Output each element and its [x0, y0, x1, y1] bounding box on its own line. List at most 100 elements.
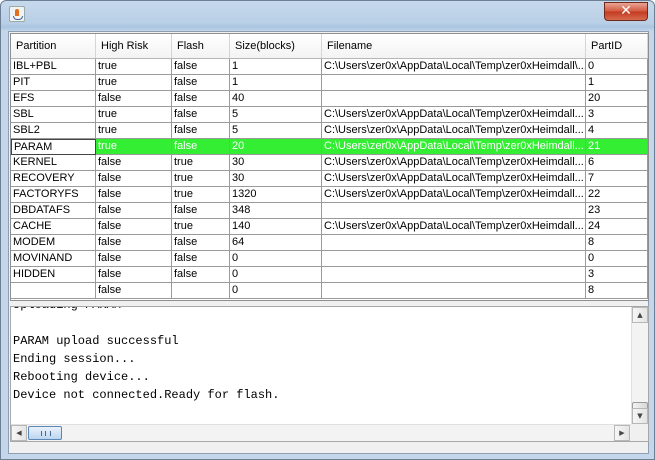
cell-partition[interactable]: MOVINAND [11, 251, 96, 267]
cell-size[interactable]: 0 [230, 283, 322, 299]
cell-size[interactable]: 20 [230, 139, 322, 155]
cell-partition[interactable]: DBDATAFS [11, 203, 96, 219]
cell-flash[interactable]: false [172, 235, 230, 251]
cell-filename[interactable]: C:\Users\zer0x\AppData\Local\Temp\zer0xH… [322, 187, 586, 203]
cell-filename[interactable]: C:\Users\zer0x\AppData\Local\Temp\zer0xH… [322, 123, 586, 139]
table-row[interactable]: CACHE false true 140 C:\Users\zer0x\AppData\… [11, 219, 648, 235]
column-header-filename[interactable]: Filename [322, 34, 586, 58]
table-row[interactable]: false 0 8 [11, 283, 648, 299]
cell-filename[interactable]: C:\Users\zer0x\AppData\Local\Temp\zer0xH… [322, 107, 586, 123]
cell-filename[interactable]: C:\Users\zer0x\AppData\Local\Temp\zer0xH… [322, 155, 586, 171]
cell-filename[interactable] [322, 283, 586, 299]
cell-flash[interactable]: false [172, 59, 230, 75]
cell-partid[interactable]: 0 [586, 251, 648, 267]
cell-filename[interactable]: C:\Users\zer0x\AppData\Local\Temp\zer0xH… [322, 139, 586, 155]
cell-size[interactable]: 0 [230, 251, 322, 267]
cell-flash[interactable]: false [172, 139, 230, 155]
cell-high-risk[interactable]: false [96, 219, 172, 235]
cell-filename[interactable] [322, 251, 586, 267]
cell-partition[interactable]: SBL2 [11, 123, 96, 139]
cell-partition[interactable]: EFS [11, 91, 96, 107]
cell-partition[interactable]: PIT [11, 75, 96, 91]
cell-partition[interactable]: FACTORYFS [11, 187, 96, 203]
scroll-left-icon[interactable]: ◀ [11, 425, 27, 441]
cell-filename[interactable]: C:\Users\zer0x\AppData\Local\Temp\zer0xH… [322, 59, 586, 75]
cell-partition[interactable]: CACHE [11, 219, 96, 235]
column-header-high-risk[interactable]: High Risk [96, 34, 172, 58]
cell-flash[interactable]: false [172, 75, 230, 91]
cell-partid[interactable]: 20 [586, 91, 648, 107]
cell-flash[interactable]: false [172, 251, 230, 267]
cell-flash[interactable]: false [172, 91, 230, 107]
cell-partid[interactable]: 3 [586, 267, 648, 283]
log-vertical-scrollbar[interactable]: ▲ ▼ [631, 307, 648, 425]
table-row[interactable]: EFS false false 40 20 [11, 91, 648, 107]
log-horizontal-scrollbar[interactable]: ◀ ▶ [11, 424, 631, 441]
cell-flash[interactable]: false [172, 123, 230, 139]
cell-size[interactable]: 30 [230, 155, 322, 171]
cell-size[interactable]: 5 [230, 107, 322, 123]
cell-high-risk[interactable]: true [96, 123, 172, 139]
table-row[interactable]: MODEM false false 64 8 [11, 235, 648, 251]
cell-high-risk[interactable]: false [96, 91, 172, 107]
cell-flash[interactable]: true [172, 155, 230, 171]
cell-partition[interactable]: PARAM [11, 139, 96, 155]
scroll-down-icon[interactable]: ▼ [632, 408, 648, 424]
cell-high-risk[interactable]: false [96, 187, 172, 203]
close-button[interactable]: ✕ [604, 2, 648, 21]
table-row[interactable]: FACTORYFS false true 1320 C:\Users\zer0x\App… [11, 187, 648, 203]
cell-flash[interactable]: true [172, 187, 230, 203]
cell-flash[interactable]: true [172, 171, 230, 187]
cell-size[interactable]: 348 [230, 203, 322, 219]
cell-filename[interactable]: C:\Users\zer0x\AppData\Local\Temp\zer0xH… [322, 171, 586, 187]
table-row[interactable]: IBL+PBL true false 1 C:\Users\zer0x\AppData\… [11, 59, 648, 75]
cell-size[interactable]: 140 [230, 219, 322, 235]
cell-filename[interactable] [322, 75, 586, 91]
scroll-right-icon[interactable]: ▶ [614, 425, 630, 441]
cell-partition[interactable]: SBL [11, 107, 96, 123]
table-row[interactable]: KERNEL false true 30 C:\Users\zer0x\AppData\… [11, 155, 648, 171]
cell-size[interactable]: 0 [230, 267, 322, 283]
table-row[interactable]: SBL2 true false 5 C:\Users\zer0x\AppData\Loc… [11, 123, 648, 139]
cell-high-risk[interactable]: false [96, 171, 172, 187]
cell-flash[interactable] [172, 283, 230, 299]
cell-filename[interactable] [322, 235, 586, 251]
table-row[interactable]: RECOVERY false true 30 C:\Users\zer0x\AppDat… [11, 171, 648, 187]
cell-filename[interactable] [322, 203, 586, 219]
horizontal-scroll-thumb[interactable] [28, 426, 62, 440]
title-bar[interactable]: ✕ [1, 1, 654, 27]
table-row[interactable]: MOVINAND false false 0 0 [11, 251, 648, 267]
cell-partition[interactable]: KERNEL [11, 155, 96, 171]
cell-partid[interactable]: 1 [586, 75, 648, 91]
cell-flash[interactable]: true [172, 219, 230, 235]
cell-size[interactable]: 40 [230, 91, 322, 107]
cell-partid[interactable]: 8 [586, 235, 648, 251]
cell-high-risk[interactable]: false [96, 235, 172, 251]
cell-partid[interactable]: 23 [586, 203, 648, 219]
cell-size[interactable]: 5 [230, 123, 322, 139]
cell-partition[interactable]: RECOVERY [11, 171, 96, 187]
cell-high-risk[interactable]: false [96, 251, 172, 267]
cell-partid[interactable]: 3 [586, 107, 648, 123]
cell-high-risk[interactable]: false [96, 155, 172, 171]
cell-filename[interactable]: C:\Users\zer0x\AppData\Local\Temp\zer0xH… [322, 219, 586, 235]
cell-partid[interactable]: 24 [586, 219, 648, 235]
cell-partition[interactable]: IBL+PBL [11, 59, 96, 75]
column-header-size[interactable]: Size(blocks) [230, 34, 322, 58]
cell-size[interactable]: 64 [230, 235, 322, 251]
cell-flash[interactable]: false [172, 203, 230, 219]
table-row[interactable]: PARAM true false 20 C:\Users\zer0x\AppData\L… [11, 139, 648, 155]
table-row[interactable]: SBL true false 5 C:\Users\zer0x\AppData\Loca… [11, 107, 648, 123]
table-row[interactable]: DBDATAFS false false 348 23 [11, 203, 648, 219]
cell-partid[interactable]: 6 [586, 155, 648, 171]
cell-partition[interactable] [11, 283, 96, 299]
table-row[interactable]: PIT true false 1 1 [11, 75, 648, 91]
cell-size[interactable]: 1320 [230, 187, 322, 203]
cell-size[interactable]: 1 [230, 59, 322, 75]
cell-partid[interactable]: 22 [586, 187, 648, 203]
scroll-up-icon[interactable]: ▲ [632, 307, 648, 323]
cell-size[interactable]: 30 [230, 171, 322, 187]
cell-high-risk[interactable]: true [96, 107, 172, 123]
cell-partid[interactable]: 21 [586, 139, 648, 155]
cell-partid[interactable]: 4 [586, 123, 648, 139]
